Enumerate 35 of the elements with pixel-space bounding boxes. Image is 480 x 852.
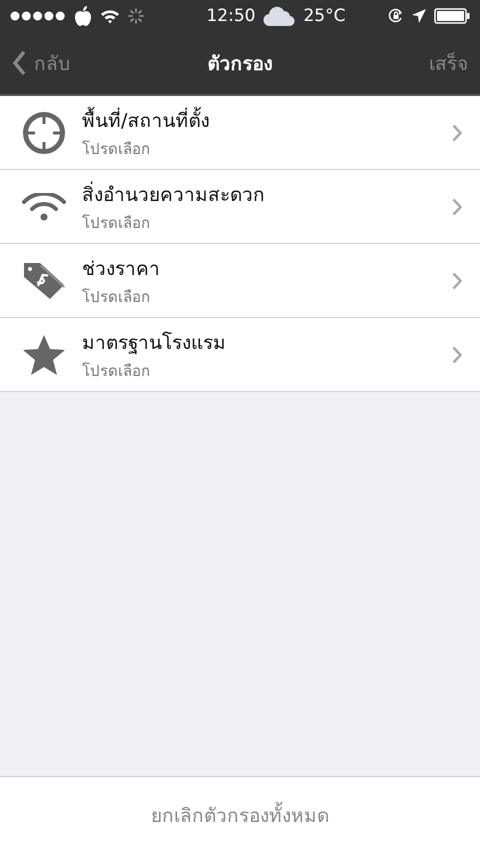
filter-value: โปรดเลือก (82, 212, 151, 234)
chevron-right-icon (452, 346, 462, 364)
filter-value: โปรดเลือก (82, 360, 151, 382)
rotation-lock-icon (388, 8, 404, 24)
filter-row[interactable]: มาตรฐานโรงแรม โปรดเลือก (0, 318, 480, 392)
price-tag-icon (22, 260, 66, 300)
location-arrow-icon (412, 9, 426, 23)
filter-title: ช่วงราคา (82, 256, 161, 282)
battery-icon (434, 8, 470, 24)
filter-title: มาตรฐานโรงแรม (82, 330, 227, 356)
temperature: 25°C (303, 6, 346, 26)
chevron-right-icon (452, 198, 462, 216)
spinner-icon (128, 8, 144, 24)
wifi-icon (22, 192, 66, 220)
chevron-right-icon (452, 272, 462, 290)
screen-title: ตัวกรอง (208, 53, 272, 75)
signal-icon (10, 11, 66, 21)
filter-row[interactable]: ช่วงราคา โปรดเลือก (0, 244, 480, 318)
back-chevron-icon (12, 50, 26, 76)
filter-title: สิ่งอำนวยความสะดวก (82, 180, 266, 208)
filter-value: โปรดเลือก (82, 138, 151, 160)
filter-value: โปรดเลือก (82, 286, 151, 308)
cloud-icon (263, 6, 296, 26)
star-icon (22, 334, 66, 376)
apple-icon (74, 6, 92, 26)
filter-row[interactable]: สิ่งอำนวยความสะดวก โปรดเลือก (0, 170, 480, 244)
clear-filters-button[interactable]: ยกเลิกตัวกรองทั้งหมด (0, 777, 480, 852)
back-button[interactable]: กลับ (12, 48, 70, 78)
crosshair-icon (22, 110, 66, 154)
done-button[interactable]: เสร็จ (429, 48, 468, 78)
filter-row[interactable]: พื้นที่/สถานที่ตั้ง โปรดเลือก (0, 96, 480, 170)
filter-title: พื้นที่/สถานที่ตั้ง (82, 104, 452, 134)
wifi-icon (100, 8, 120, 24)
chevron-right-icon (452, 124, 462, 142)
status-time: 12:50 (206, 6, 256, 26)
